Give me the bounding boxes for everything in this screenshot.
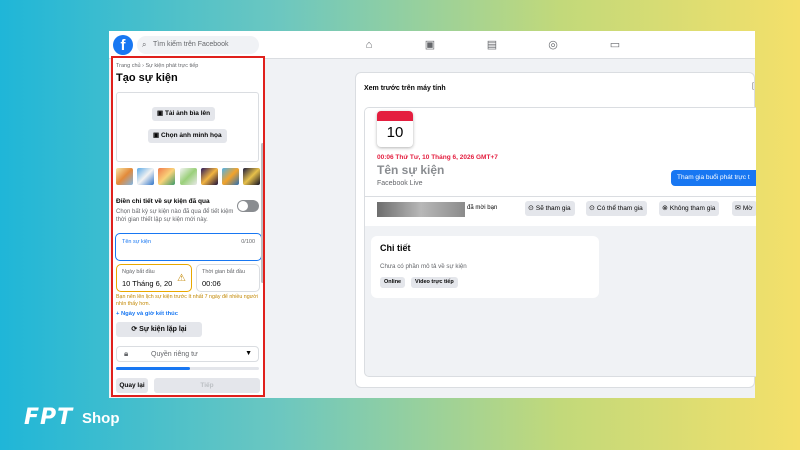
choose-illustration-button[interactable]: ▣ Chọn ảnh minh họa [148, 129, 227, 143]
mail-icon: ✉ [735, 205, 741, 212]
marketplace-icon[interactable]: ▤ [485, 38, 499, 52]
fpt-shop-logo: FPT Shop [20, 403, 130, 435]
search-placeholder: Tìm kiếm trên Facebook [153, 41, 229, 48]
calendar-icon: 10 [377, 111, 413, 147]
top-navigation-bar: f ⌕ Tìm kiếm trên Facebook ⌂ ▣ ▤ ◎ ▭ [109, 31, 755, 59]
tag-live-video: Video trực tiếp [411, 277, 458, 288]
end-date-link[interactable]: + Ngày và giờ kết thúc [116, 311, 178, 317]
search-icon: ⌕ [142, 40, 147, 49]
details-card: Chi tiết Chưa có phần mô tả về sự kiện O… [371, 236, 599, 298]
repeat-event-label: Sự kiện lặp lại [139, 326, 187, 333]
start-time-field[interactable]: Thời gian bắt đầu 00:06 [196, 264, 260, 292]
preview-corner-mark: [ [752, 83, 754, 90]
event-datetime: 00:06 Thứ Tư, 10 Tháng 6, 2026 GMT+7 [377, 154, 498, 161]
invited-text: đã mời bạn [467, 205, 498, 211]
thumbnail[interactable] [158, 168, 175, 185]
event-name-input[interactable]: Tên sự kiện 0/100 [115, 233, 262, 261]
breadcrumb[interactable]: Trang chủ › Sự kiện phát trực tiếp [116, 63, 198, 69]
invite-row: đã mời bạn ⊙ Sẽ tham gia ⊙ Có thể tham gia… [365, 196, 756, 218]
start-date-field[interactable]: Ngày bắt đầu 10 Tháng 6, 20 ⚠ [116, 264, 192, 292]
not-going-button[interactable]: ⊗ Không tham gia [659, 201, 720, 216]
event-preview-card: 10 00:06 Thứ Tư, 10 Tháng 6, 2026 GMT+7 … [364, 107, 756, 377]
event-name-label: Tên sự kiện [122, 239, 152, 245]
chevron-down-icon: ▼ [245, 350, 252, 357]
toggle-knob [238, 201, 248, 211]
home-icon[interactable]: ⌂ [362, 38, 376, 52]
details-title: Chi tiết [380, 243, 411, 253]
past-event-label: Điền chi tiết về sự kiện đã qua [116, 198, 210, 205]
lock-icon: 🔒︎ [124, 349, 129, 358]
question-circle-icon: ⊙ [589, 205, 595, 212]
choose-illustration-label: Chọn ảnh minh họa [160, 132, 222, 139]
join-stream-button[interactable]: Tham gia buổi phát trực t [671, 170, 756, 186]
search-input[interactable]: ⌕ Tìm kiếm trên Facebook [137, 36, 259, 54]
form-progress-bar [116, 367, 259, 370]
x-circle-icon: ⊗ [662, 205, 668, 212]
thumbnail[interactable] [222, 168, 239, 185]
scrollbar[interactable] [261, 143, 263, 283]
watch-icon[interactable]: ▣ [423, 38, 437, 52]
thumbnail[interactable] [180, 168, 197, 185]
page-title: Tạo sự kiện [116, 72, 178, 84]
event-name-counter: 0/100 [241, 239, 255, 245]
event-name: Tên sự kiện [377, 163, 445, 177]
thumbnail[interactable] [201, 168, 218, 185]
start-date-value: 10 Tháng 6, 20 [122, 279, 173, 288]
fpt-logo-letters: FPT [24, 405, 74, 430]
preview-title: Xem trước trên máy tính [364, 85, 446, 92]
start-time-value: 00:06 [202, 279, 221, 288]
privacy-select[interactable]: 🔒︎ Quyền riêng tư ▼ [116, 346, 259, 362]
facebook-logo[interactable]: f [113, 35, 133, 55]
going-label: Sẽ tham gia [535, 205, 571, 212]
calendar-header [377, 111, 413, 121]
warning-icon: ⚠ [177, 273, 186, 284]
invite-button[interactable]: ✉ Mờ [732, 201, 756, 216]
calendar-day: 10 [386, 124, 404, 141]
details-text: Chưa có phần mô tả về sự kiện [380, 263, 467, 270]
blurred-inviter [377, 202, 465, 217]
invite-label: Mờ [742, 205, 753, 212]
start-time-label: Thời gian bắt đầu [202, 269, 246, 275]
not-going-label: Không tham gia [669, 205, 716, 212]
maybe-button[interactable]: ⊙ Có thể tham gia [586, 201, 647, 216]
privacy-label: Quyền riêng tư [151, 351, 198, 358]
create-event-panel: Trang chủ › Sự kiện phát trực tiếp Tạo s… [111, 56, 265, 397]
event-header: 10 00:06 Thứ Tư, 10 Tháng 6, 2026 GMT+7 … [365, 108, 756, 226]
past-event-toggle[interactable] [237, 200, 259, 212]
event-host: Facebook Live [377, 180, 423, 187]
photo-icon: ▣ [157, 110, 165, 117]
fpt-logo-shop: Shop [82, 410, 120, 427]
check-circle-icon: ⊙ [528, 205, 534, 212]
start-date-label: Ngày bắt đầu [122, 269, 155, 275]
going-button[interactable]: ⊙ Sẽ tham gia [525, 201, 575, 216]
upload-cover-button[interactable]: ▣ Tải ảnh bìa lên [152, 107, 216, 121]
maybe-label: Có thể tham gia [596, 205, 643, 212]
illustration-icon: ▣ [153, 132, 161, 139]
back-button[interactable]: Quay lại [116, 378, 148, 393]
repeat-icon: ⟳ [131, 326, 140, 333]
repeat-event-button[interactable]: ⟳ Sự kiện lặp lại [116, 322, 202, 337]
thumbnail[interactable] [137, 168, 154, 185]
thumbnail[interactable] [116, 168, 133, 185]
upload-cover-label: Tải ảnh bìa lên [164, 110, 211, 117]
schedule-warning: Bạn nên lên lịch sự kiện trước ít nhất 7… [116, 294, 258, 307]
next-button[interactable]: Tiếp [154, 378, 260, 393]
past-event-description: Chọn bất kỳ sự kiện nào đã qua để tiết k… [116, 209, 234, 223]
desktop-preview: Xem trước trên máy tính [ 10 00:06 Thứ T… [355, 72, 756, 388]
gaming-icon[interactable]: ▭ [608, 38, 622, 52]
tag-online: Online [380, 277, 406, 288]
groups-icon[interactable]: ◎ [546, 38, 560, 52]
thumbnail[interactable] [243, 168, 260, 185]
progress-fill [116, 367, 191, 370]
cover-photo-area: ▣ Tải ảnh bìa lên ▣ Chọn ảnh minh họa [116, 92, 259, 162]
